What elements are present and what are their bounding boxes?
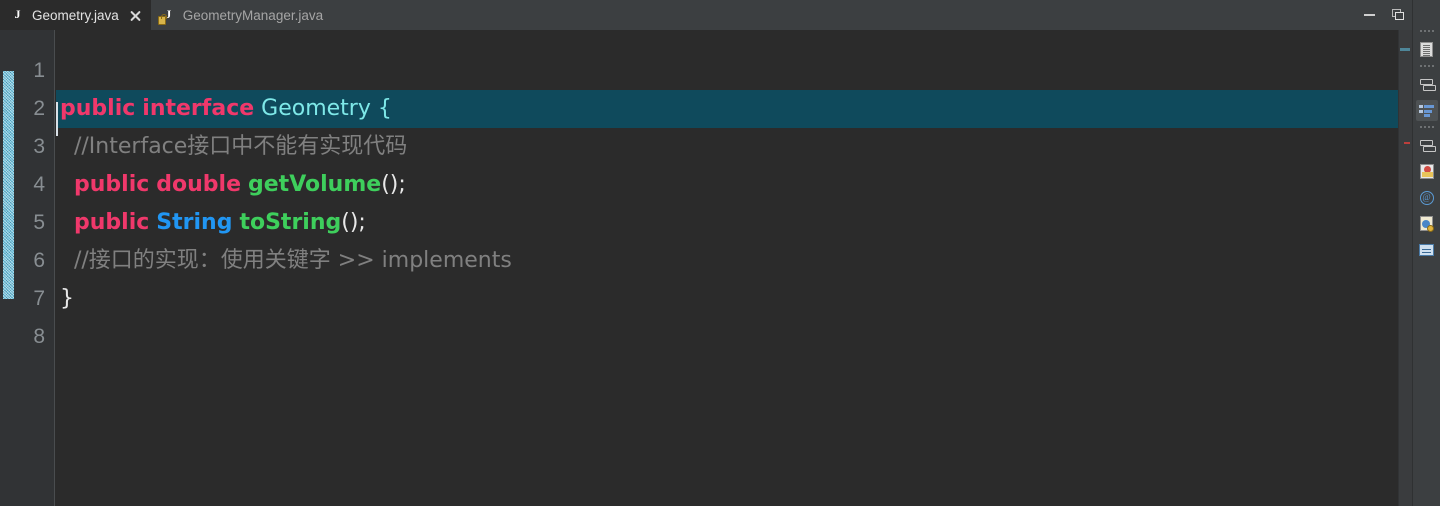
code-token: //接口的实现：使用关键字 >> implements	[60, 248, 512, 273]
vcs-change-marker[interactable]	[3, 71, 14, 299]
line-number: 7	[33, 287, 45, 310]
tab-label: Geometry.java	[32, 7, 119, 23]
line-number: 5	[33, 211, 45, 234]
code-content[interactable]: public interface Geometry { //Interface接…	[56, 30, 1412, 506]
ruler-error-mark	[1404, 142, 1410, 144]
restore-icon[interactable]	[1390, 7, 1406, 23]
code-line-2[interactable]: public interface Geometry {	[56, 90, 1412, 128]
line-number: 1	[33, 59, 45, 82]
code-token: interface	[142, 96, 255, 121]
code-token: public	[60, 96, 136, 121]
refactor-tool-icon[interactable]	[1416, 135, 1438, 156]
tab-geometrymanager-java[interactable]: GeometryManager.java	[150, 0, 333, 30]
code-token: toString	[239, 210, 342, 235]
file-info-tool-icon[interactable]	[1416, 213, 1438, 234]
code-token: public	[74, 210, 150, 235]
code-token: double	[156, 172, 242, 197]
ruler-change-mark	[1400, 48, 1410, 51]
code-token: Geometry	[261, 96, 371, 121]
reformat-tool-icon[interactable]	[1416, 74, 1438, 95]
line-number: 2	[33, 97, 45, 120]
bookmarks-tool-icon[interactable]	[1416, 161, 1438, 182]
line-number-gutter: 1 2 3 4 5 6 7 8	[17, 30, 55, 506]
documentation-tool-icon[interactable]	[1416, 39, 1438, 60]
code-token: getVolume	[248, 172, 382, 197]
code-token: public	[74, 172, 150, 197]
line-number: 4	[33, 173, 45, 196]
minimize-icon[interactable]	[1362, 7, 1378, 23]
line-number: 8	[33, 325, 45, 348]
tab-label: GeometryManager.java	[182, 7, 324, 23]
code-line-6[interactable]: //接口的实现：使用关键字 >> implements	[56, 242, 1412, 280]
close-icon[interactable]	[129, 9, 142, 22]
code-line-3[interactable]: //Interface接口中不能有实现代码	[56, 128, 1412, 166]
rail-drag-handle[interactable]	[1419, 30, 1435, 34]
line-number: 3	[33, 135, 45, 158]
java-file-locked-icon	[157, 7, 176, 25]
line-number: 6	[33, 249, 45, 272]
rail-separator-dots	[1419, 65, 1435, 69]
code-token: String	[156, 210, 233, 235]
java-file-icon	[10, 7, 25, 23]
ide-window: Geometry.java GeometryManager.java 1 2 3…	[0, 0, 1440, 506]
tab-geometry-java[interactable]: Geometry.java	[0, 0, 151, 30]
window-controls	[1362, 0, 1406, 30]
annotations-tool-icon[interactable]: @	[1416, 187, 1438, 208]
overview-ruler[interactable]	[1398, 30, 1412, 506]
code-token: //Interface接口中不能有实现代码	[60, 134, 408, 159]
code-line-7[interactable]: }	[56, 280, 1412, 318]
structure-tool-icon[interactable]	[1415, 100, 1438, 121]
code-token: }	[60, 286, 74, 311]
text-caret	[56, 102, 58, 136]
terminal-tool-icon[interactable]	[1416, 239, 1438, 260]
editor-tab-bar: Geometry.java GeometryManager.java	[0, 0, 1440, 30]
code-line-4[interactable]: public double getVolume();	[56, 166, 1412, 204]
code-line-5[interactable]: public String toString();	[56, 204, 1412, 242]
rail-separator-dots-2	[1419, 126, 1435, 130]
code-token: {	[370, 96, 392, 121]
code-token: ();	[381, 172, 406, 197]
code-editor[interactable]: 1 2 3 4 5 6 7 8 public interface Geometr…	[0, 30, 1412, 506]
code-token: ();	[341, 210, 366, 235]
right-tool-rail: @	[1412, 0, 1440, 506]
code-line-1[interactable]	[56, 52, 1412, 90]
code-line-8[interactable]	[56, 318, 1412, 356]
